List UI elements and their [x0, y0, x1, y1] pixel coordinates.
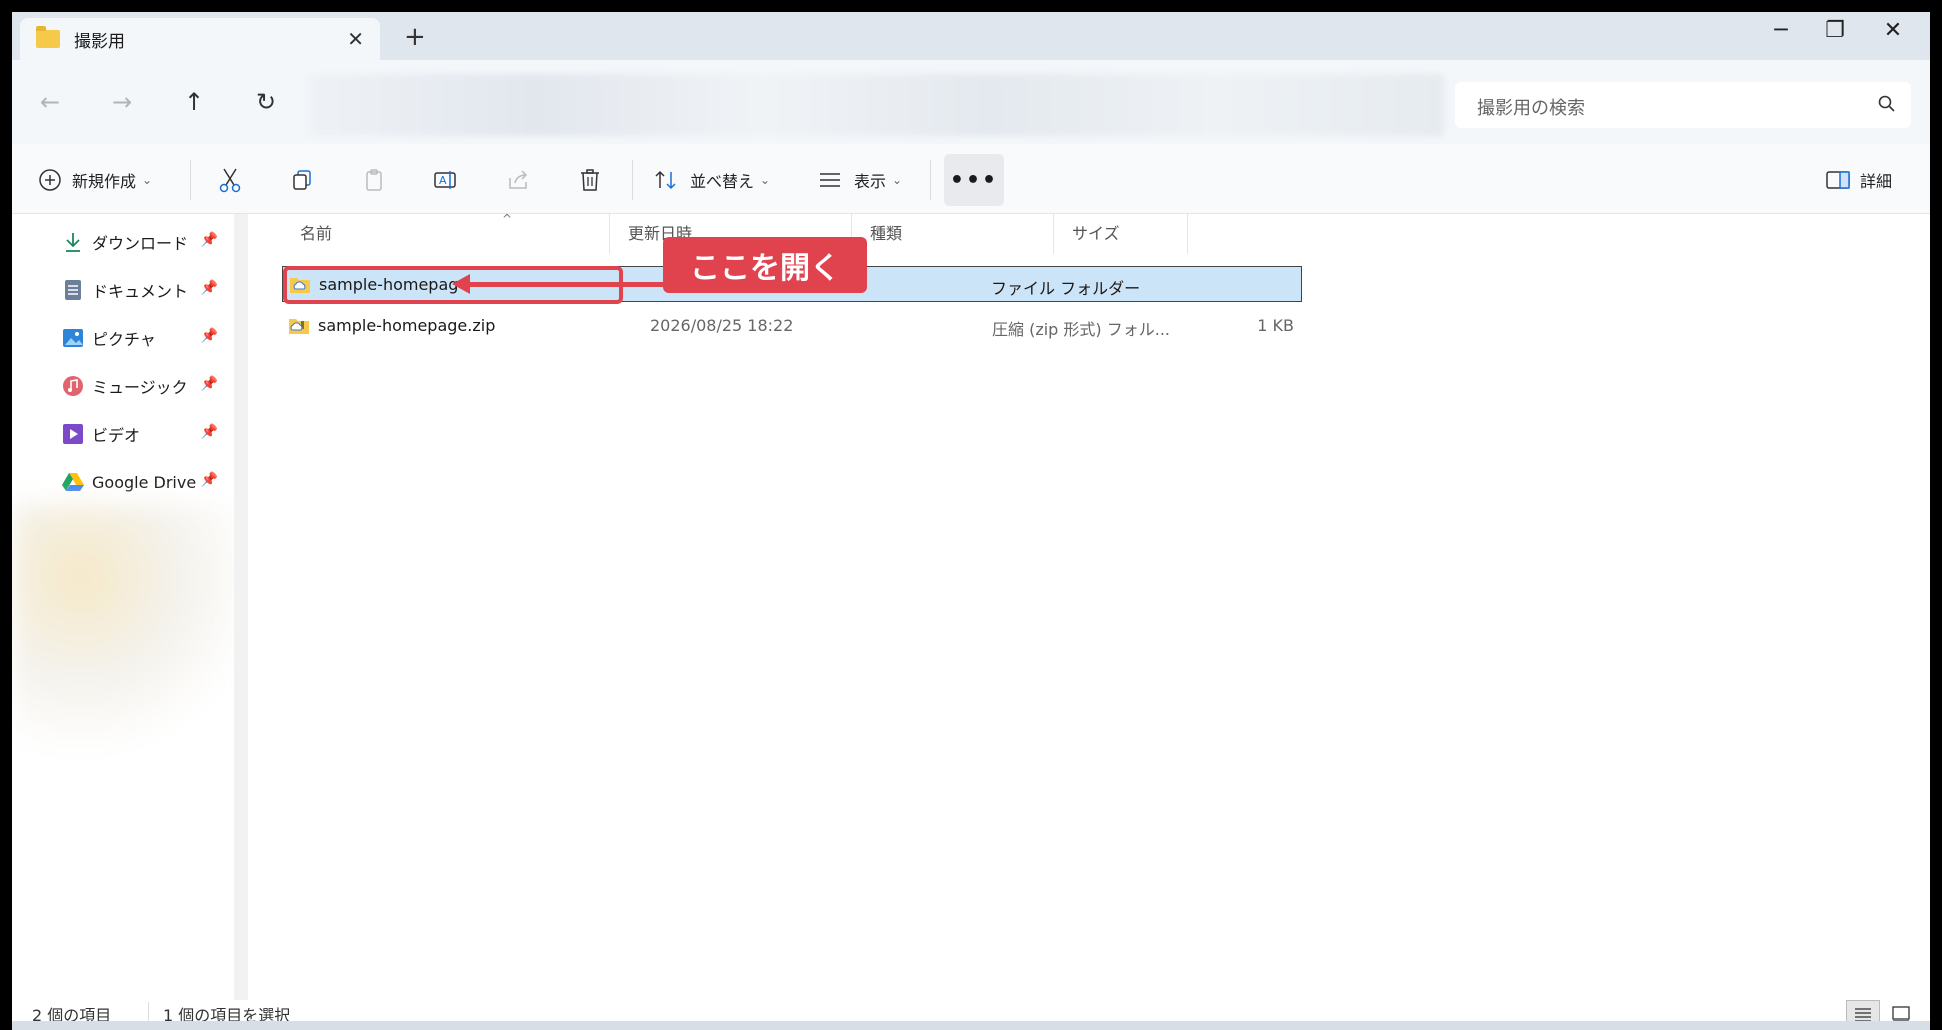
divider — [190, 160, 191, 200]
video-icon — [62, 423, 84, 445]
file-type: 圧縮 (zip 形式) フォル... — [992, 320, 1171, 339]
sort-ascending-icon: ^ — [502, 212, 513, 226]
list-view-icon — [816, 166, 844, 194]
column-type[interactable]: 種類 — [852, 214, 1054, 254]
document-icon — [62, 279, 84, 301]
callout-label: ここを開く — [663, 237, 867, 293]
chevron-down-icon: ⌄ — [892, 173, 903, 187]
title-bar: 撮影用 ✕ + ─ ❐ ✕ — [12, 12, 1930, 60]
cloud-zip-folder-icon — [289, 319, 309, 334]
pin-icon[interactable]: 📌 — [201, 376, 218, 392]
sort-button[interactable]: 並べ替え ⌄ — [652, 162, 770, 198]
file-date: 2026/08/25 18:22 — [650, 316, 794, 335]
chevron-down-icon: ⌄ — [142, 173, 153, 187]
up-button[interactable]: ↑ — [176, 84, 212, 120]
sidebar-item-music[interactable]: ミュージック 📌 — [12, 366, 222, 406]
pin-icon[interactable]: 📌 — [201, 232, 218, 248]
details-label: 詳細 — [1860, 172, 1893, 191]
sidebar-item-pictures[interactable]: ピクチャ 📌 — [12, 318, 222, 358]
clipboard-icon — [360, 166, 388, 194]
copy-icon — [288, 166, 316, 194]
sidebar-scrollbar[interactable] — [234, 214, 248, 1000]
sidebar-item-videos[interactable]: ビデオ 📌 — [12, 414, 222, 454]
folder-icon — [36, 26, 60, 48]
share-button[interactable] — [504, 162, 532, 198]
view-label: 表示 — [854, 172, 887, 191]
sidebar-item-google-drive[interactable]: Google Drive 📌 — [12, 462, 222, 502]
sort-icon — [652, 166, 680, 194]
plus-circle-icon — [36, 166, 64, 194]
rename-button[interactable]: A — [432, 162, 460, 198]
divider — [632, 160, 633, 200]
sort-label: 並べ替え — [690, 172, 755, 191]
rename-icon: A — [432, 166, 460, 194]
new-button[interactable]: 新規作成 ⌄ — [36, 162, 152, 198]
table-row[interactable]: sample-homepage.zip 2026/08/25 18:22 圧縮 … — [282, 308, 1302, 344]
paste-button[interactable] — [360, 162, 388, 198]
minimize-button[interactable]: ─ — [1756, 18, 1806, 43]
pin-icon[interactable]: 📌 — [201, 328, 218, 344]
copy-button[interactable] — [288, 162, 316, 198]
sidebar-item-label: ドキュメント — [92, 282, 189, 301]
svg-text:A: A — [439, 174, 447, 187]
file-type: ファイル フォルダー — [991, 279, 1141, 298]
music-icon — [62, 375, 84, 397]
search-placeholder: 撮影用の検索 — [1477, 98, 1585, 119]
cut-button[interactable] — [216, 162, 244, 198]
arrow-line — [467, 282, 667, 287]
scissors-icon — [216, 166, 244, 194]
forward-button[interactable]: → — [104, 84, 140, 120]
divider — [930, 160, 931, 200]
details-pane-button[interactable]: 詳細 — [1824, 162, 1892, 198]
tab-satsueiyou[interactable]: 撮影用 ✕ — [20, 18, 380, 60]
google-drive-icon — [62, 471, 84, 493]
sidebar-item-label: ビデオ — [92, 426, 141, 445]
details-pane-icon — [1824, 166, 1852, 194]
taskbar-strip — [12, 1021, 1930, 1030]
restore-button[interactable]: ❐ — [1810, 18, 1860, 43]
navigation-bar: ← → ↑ ↻ 撮影用の検索 — [12, 60, 1930, 144]
sidebar-item-label: ダウンロード — [92, 234, 189, 253]
view-button[interactable]: 表示 ⌄ — [816, 162, 902, 198]
tab-title: 撮影用 — [74, 31, 125, 52]
trash-icon — [576, 166, 604, 194]
details-view-icon — [1855, 1008, 1871, 1022]
new-tab-button[interactable]: + — [404, 22, 426, 52]
pin-icon[interactable]: 📌 — [201, 472, 218, 488]
address-bar[interactable] — [308, 74, 1444, 136]
file-size: 1 KB — [1257, 316, 1294, 335]
close-window-button[interactable]: ✕ — [1868, 18, 1918, 43]
sidebar-item-label: ピクチャ — [92, 330, 156, 349]
file-explorer-window: 撮影用 ✕ + ─ ❐ ✕ ← → ↑ ↻ 撮影用の検索 新規作成 ⌄ A 並べ… — [12, 12, 1930, 1030]
search-icon — [1878, 95, 1895, 112]
navigation-pane: ダウンロード 📌 ドキュメント 📌 ピクチャ 📌 ミュージック 📌 ビデオ 📌 … — [12, 214, 248, 1000]
file-list: 名前 ^ 更新日時 種類 サイズ sample-homepag 0 ファイル フ… — [248, 212, 1930, 1000]
sidebar-item-documents[interactable]: ドキュメント 📌 — [12, 270, 222, 310]
tab-close-icon[interactable]: ✕ — [347, 27, 364, 51]
refresh-button[interactable]: ↻ — [248, 84, 284, 120]
file-name: sample-homepage.zip — [318, 316, 496, 335]
column-size[interactable]: サイズ — [1054, 214, 1188, 254]
command-bar: 新規作成 ⌄ A 並べ替え ⌄ 表示 ⌄ ••• 詳細 — [12, 144, 1930, 214]
pin-icon[interactable]: 📌 — [201, 280, 218, 296]
new-label: 新規作成 — [72, 172, 137, 191]
blurred-region — [12, 504, 242, 994]
pictures-icon — [62, 327, 84, 349]
tiles-view-icon — [1892, 1006, 1910, 1022]
pin-icon[interactable]: 📌 — [201, 424, 218, 440]
sidebar-item-downloads[interactable]: ダウンロード 📌 — [12, 222, 222, 262]
delete-button[interactable] — [576, 162, 604, 198]
share-icon — [504, 166, 532, 194]
chevron-down-icon: ⌄ — [760, 173, 771, 187]
search-box[interactable]: 撮影用の検索 — [1455, 82, 1911, 128]
arrow-head-icon — [452, 274, 470, 294]
sidebar-item-label: ミュージック — [92, 378, 188, 397]
back-button[interactable]: ← — [32, 84, 68, 120]
more-options-button[interactable]: ••• — [944, 154, 1004, 206]
column-name[interactable]: 名前 — [282, 214, 610, 254]
sidebar-item-label: Google Drive — [92, 472, 197, 492]
download-icon — [62, 231, 84, 253]
